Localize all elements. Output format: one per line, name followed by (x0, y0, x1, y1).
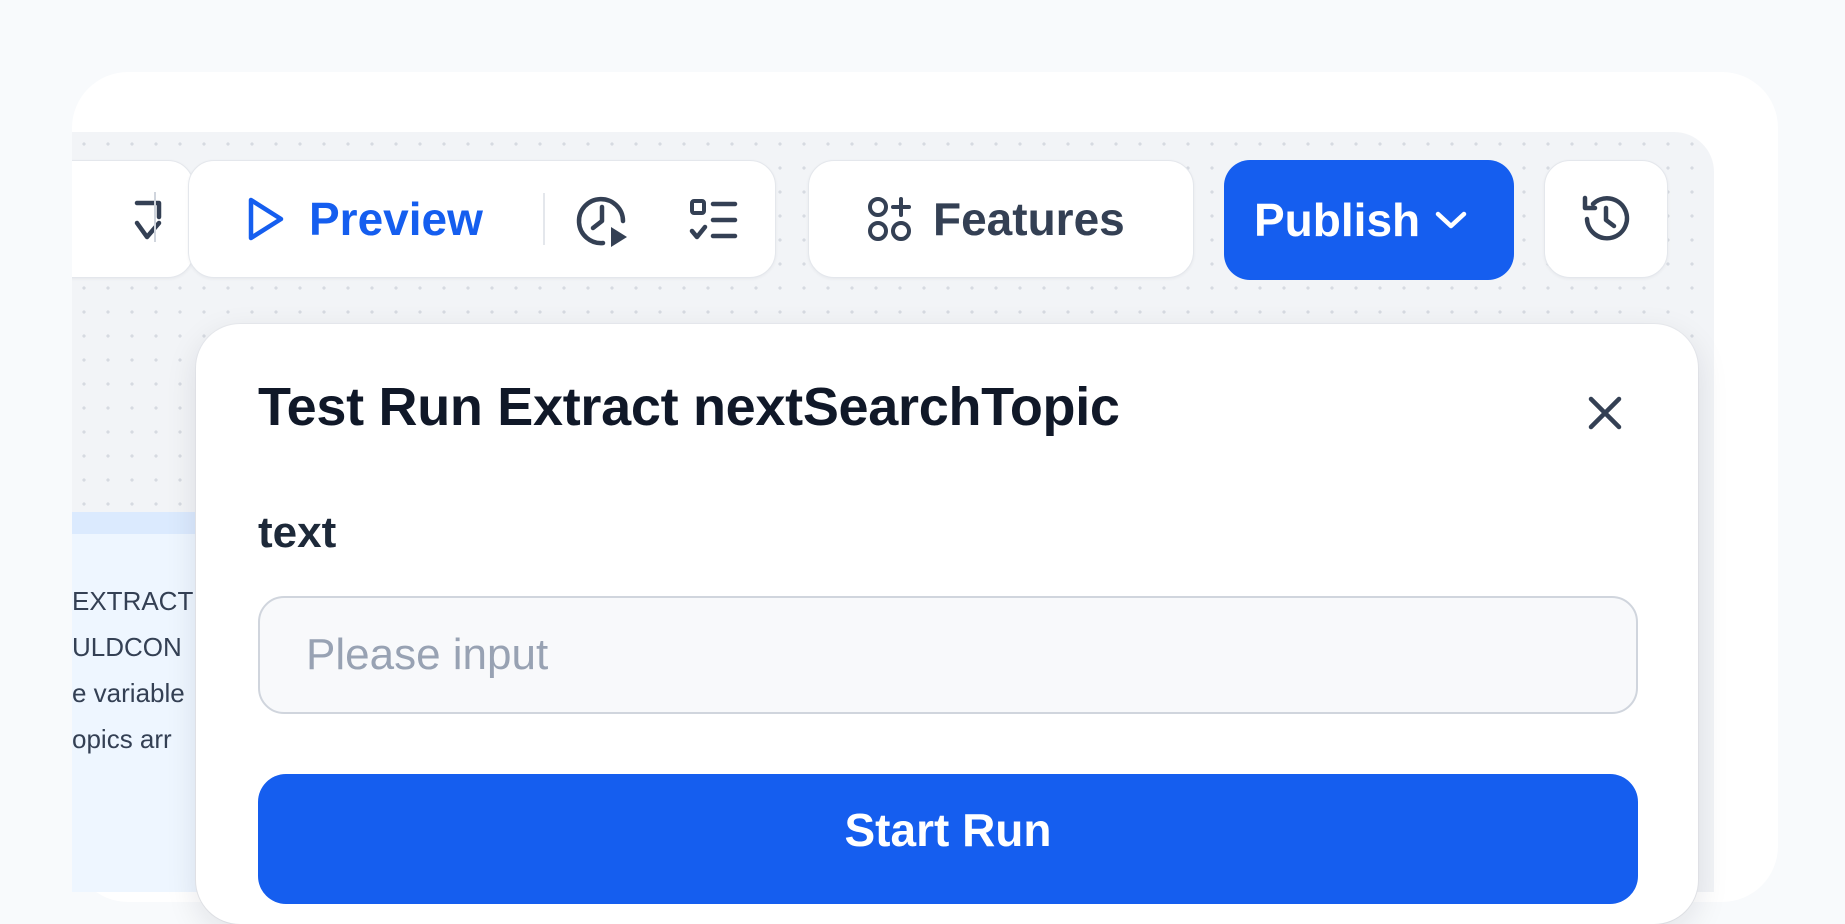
start-run-button[interactable]: Start Run (258, 774, 1638, 904)
preview-group: Preview (188, 160, 776, 278)
close-button[interactable] (1578, 386, 1632, 440)
partial-icon (133, 197, 163, 243)
publish-label: Publish (1254, 194, 1421, 246)
publish-button[interactable]: Publish (1224, 160, 1514, 280)
preview-group-divider (543, 193, 545, 245)
dialog-title: Test Run Extract nextSearchTopic (258, 377, 1120, 437)
history-button[interactable] (1544, 160, 1668, 278)
toolbar-pill-partial[interactable] (72, 160, 194, 278)
preview-label: Preview (309, 193, 483, 245)
run-history-icon[interactable] (573, 191, 631, 249)
toolbar-divider (154, 192, 156, 242)
field-label-text: text (258, 508, 337, 557)
play-icon (245, 196, 285, 242)
features-label: Features (933, 193, 1125, 245)
test-run-dialog: Test Run Extract nextSearchTopic text St… (196, 324, 1698, 924)
chevron-down-icon (1434, 209, 1468, 231)
features-icon (867, 196, 913, 242)
start-run-label: Start Run (844, 804, 1052, 856)
history-icon (1579, 192, 1633, 246)
close-icon (1587, 395, 1623, 431)
checklist-icon[interactable] (689, 197, 739, 243)
text-input[interactable] (258, 596, 1638, 714)
features-button[interactable]: Features (808, 160, 1194, 278)
preview-button[interactable]: Preview (245, 192, 483, 246)
